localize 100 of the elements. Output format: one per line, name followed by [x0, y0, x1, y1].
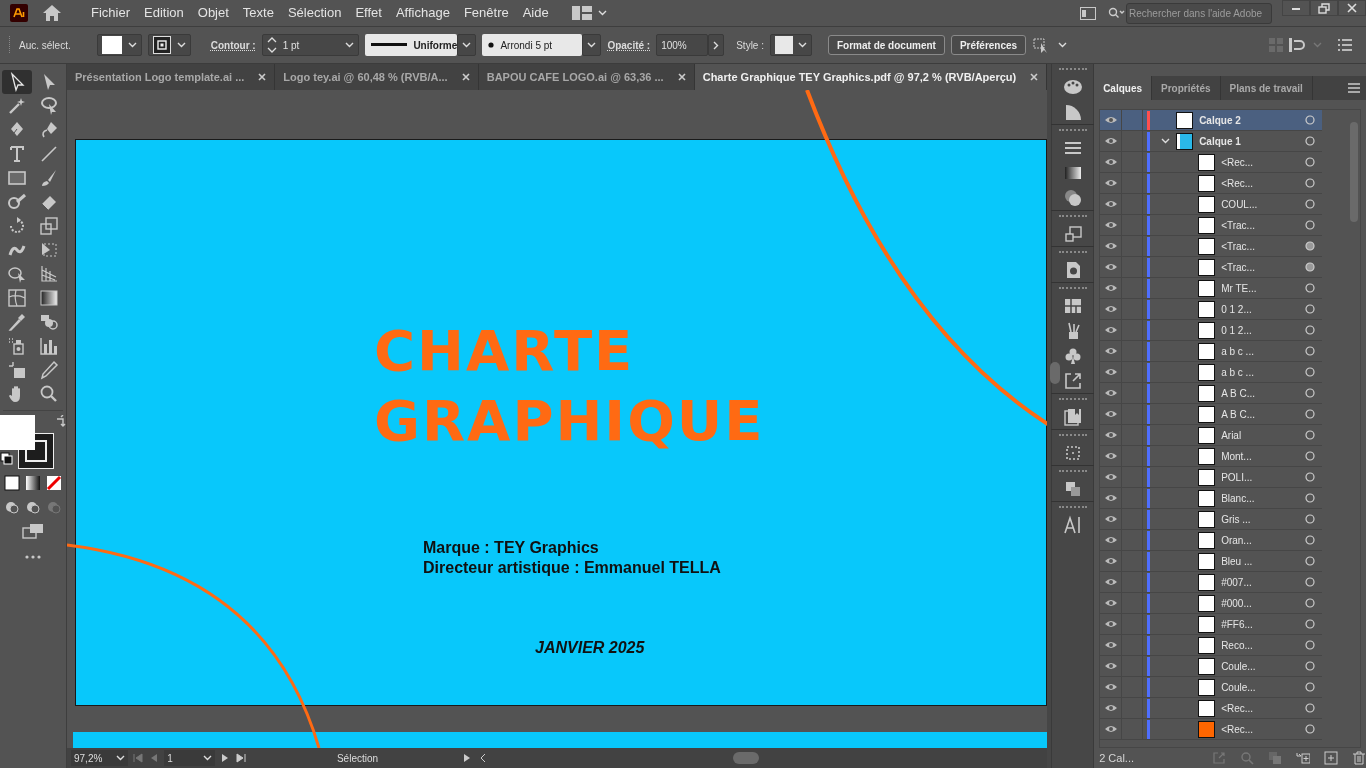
new-sublayer-icon[interactable] — [1296, 751, 1310, 765]
target-icon[interactable] — [1305, 304, 1316, 314]
brush-dropdown[interactable]: Arrondi 5 pt — [482, 34, 583, 56]
curvature-pen-icon[interactable] — [39, 120, 59, 140]
eye-icon[interactable] — [1104, 578, 1117, 586]
chevron-down-icon[interactable] — [176, 42, 186, 48]
export-icon[interactable] — [1062, 370, 1083, 391]
target-icon[interactable] — [1305, 241, 1316, 251]
eye-icon[interactable] — [1104, 473, 1117, 481]
none-mode-icon[interactable] — [46, 475, 62, 491]
layer-row[interactable]: Coule... — [1100, 677, 1323, 698]
eye-icon[interactable] — [1104, 158, 1117, 166]
line-icon[interactable] — [39, 144, 59, 164]
swap-icon[interactable] — [56, 415, 66, 427]
menu-item[interactable]: Texte — [235, 3, 281, 23]
draw-normal-icon[interactable] — [4, 499, 20, 515]
target-icon[interactable] — [1305, 346, 1316, 356]
layer-row[interactable]: a b c ... — [1100, 362, 1323, 383]
eye-icon[interactable] — [1104, 221, 1117, 229]
eye-icon[interactable] — [1104, 515, 1117, 523]
layer-row[interactable]: Calque 2 — [1100, 110, 1323, 131]
eye-icon[interactable] — [1104, 242, 1117, 250]
free-transform-icon[interactable] — [39, 240, 59, 260]
eye-icon[interactable] — [1104, 200, 1117, 208]
target-icon[interactable] — [1305, 199, 1316, 209]
minimize-icon[interactable] — [1282, 0, 1310, 16]
eye-icon[interactable] — [1104, 536, 1117, 544]
eye-icon[interactable] — [1104, 305, 1117, 313]
layer-row[interactable]: 0 1 2... — [1100, 320, 1323, 341]
target-icon[interactable] — [1305, 514, 1316, 524]
eye-icon[interactable] — [1104, 641, 1117, 649]
layer-row[interactable]: <Trac... — [1100, 236, 1323, 257]
eye-icon[interactable] — [1104, 494, 1117, 502]
layer-row[interactable]: #000... — [1100, 593, 1323, 614]
fill-stroke-swatch-drawing[interactable] — [0, 415, 54, 469]
eye-icon[interactable] — [1104, 347, 1117, 355]
mesh-icon[interactable] — [7, 288, 27, 308]
target-icon[interactable] — [1305, 535, 1316, 545]
target-icon[interactable] — [1305, 682, 1316, 692]
panel-tab[interactable]: Calques — [1094, 76, 1153, 100]
eye-icon[interactable] — [1104, 725, 1117, 733]
chevron-down-icon[interactable] — [1160, 138, 1170, 144]
perspective-grid-icon[interactable] — [39, 264, 59, 284]
brush-menu-button[interactable] — [582, 34, 602, 56]
layer-row[interactable]: <Rec... — [1100, 173, 1323, 194]
shape-builder-icon[interactable] — [7, 264, 27, 284]
type-icon[interactable] — [7, 144, 27, 164]
screen-mode-icon[interactable] — [22, 523, 44, 539]
eye-icon[interactable] — [1104, 452, 1117, 460]
target-icon[interactable] — [1305, 556, 1316, 566]
chevron-down-icon[interactable] — [202, 755, 212, 761]
layer-row[interactable]: Mr TE... — [1100, 278, 1323, 299]
layer-row[interactable]: A B C... — [1100, 404, 1323, 425]
target-icon[interactable] — [1305, 388, 1316, 398]
target-icon[interactable] — [1305, 136, 1316, 146]
layer-row[interactable]: 0 1 2... — [1100, 299, 1323, 320]
bar-chart-icon[interactable] — [39, 336, 59, 356]
new-layer-icon[interactable] — [1324, 751, 1338, 765]
eye-icon[interactable] — [1104, 368, 1117, 376]
chevron-down-icon[interactable] — [587, 42, 597, 48]
close-icon[interactable] — [1338, 0, 1366, 16]
target-icon[interactable] — [1305, 430, 1316, 440]
layer-row[interactable]: <Rec... — [1100, 698, 1323, 719]
target-icon[interactable] — [1305, 220, 1316, 230]
layer-row[interactable]: Coule... — [1100, 656, 1323, 677]
target-icon[interactable] — [1305, 178, 1316, 188]
menu-item[interactable]: Effet — [348, 3, 389, 23]
layer-row[interactable]: Mont... — [1100, 446, 1323, 467]
target-icon[interactable] — [1305, 409, 1316, 419]
eye-icon[interactable] — [1104, 284, 1117, 292]
eye-icon[interactable] — [1104, 704, 1117, 712]
restore-icon[interactable] — [1310, 0, 1338, 16]
layer-row[interactable]: #007... — [1100, 572, 1323, 593]
lasso-icon[interactable] — [39, 96, 59, 116]
chevron-down-icon[interactable] — [1058, 42, 1068, 48]
layer-row[interactable]: <Trac... — [1100, 215, 1323, 236]
panel-tab[interactable]: Plans de travail — [1220, 76, 1313, 100]
more-icon[interactable] — [25, 555, 41, 559]
target-icon[interactable] — [1305, 619, 1316, 629]
target-icon[interactable] — [1305, 157, 1316, 167]
chevron-down-icon[interactable] — [597, 10, 607, 16]
search-field[interactable]: Rechercher dans l'aide Adobe — [1126, 2, 1272, 24]
stroke-weight-field[interactable]: 1 pt — [261, 34, 360, 56]
magic-wand-icon[interactable] — [7, 96, 27, 116]
rectangle-icon[interactable] — [7, 168, 27, 188]
layer-row[interactable]: <Trac... — [1100, 257, 1323, 278]
eye-icon[interactable] — [1104, 431, 1117, 439]
app-logo-icon[interactable] — [10, 4, 28, 22]
eye-icon[interactable] — [1104, 137, 1117, 145]
menu-icon[interactable] — [1338, 39, 1352, 51]
eye-icon[interactable] — [1104, 326, 1117, 334]
first-page-icon[interactable] — [132, 753, 145, 763]
page-dropdown[interactable]: 1 — [164, 750, 215, 766]
target-icon[interactable] — [1305, 640, 1316, 650]
panel-toggle-icon[interactable] — [1080, 6, 1096, 20]
layer-row[interactable]: A B C... — [1100, 383, 1323, 404]
eye-icon[interactable] — [1104, 116, 1117, 124]
target-icon[interactable] — [1305, 115, 1316, 125]
eye-icon[interactable] — [1104, 557, 1117, 565]
spray-can-icon[interactable] — [7, 336, 27, 356]
